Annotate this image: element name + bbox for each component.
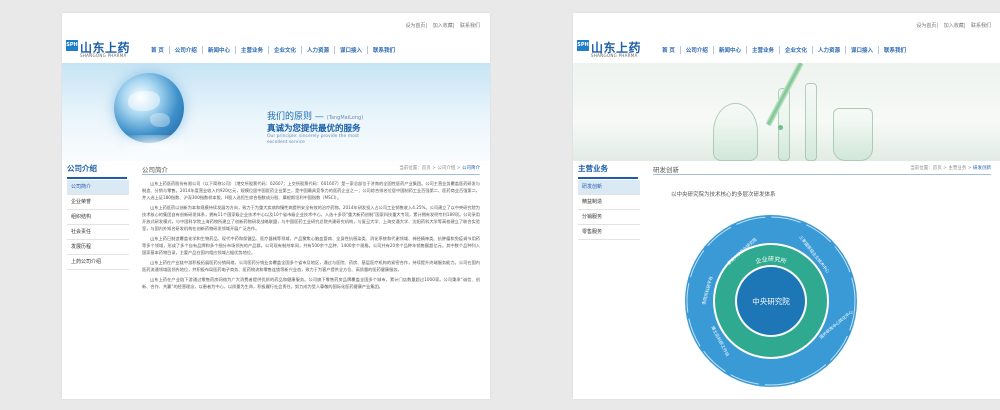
paragraph: 山东上药已制造覆盖化学和生物药品、现代中药和保健品、医疗器械等领域，产品聚焦心脑… bbox=[142, 236, 480, 255]
contact-link[interactable]: 联系我们 bbox=[460, 23, 480, 29]
page-title: 研发创新 bbox=[653, 166, 679, 174]
diagram-center-label: 中央研究院 bbox=[752, 296, 790, 306]
bottom-fade bbox=[573, 385, 1000, 399]
main-nav: 首 页公司介绍 新闻中心 主营业务 企业文化 人力资源 谋口接入 联系我们 bbox=[146, 46, 400, 54]
company-logo[interactable]: SPH 山东上药 SHANGONG PHARMA bbox=[66, 40, 136, 62]
sidebar-item-honors[interactable]: 企业荣誉 bbox=[67, 195, 129, 210]
nav-news[interactable]: 新闻中心 bbox=[201, 46, 235, 54]
nav-hr[interactable]: 人力资源 bbox=[811, 46, 845, 54]
banner-slogan-sub: 真诚为您提供最优的服务 bbox=[267, 124, 361, 134]
logo-mark: SPH bbox=[66, 40, 78, 51]
paragraph: 山东上药在产业链中游积极拓展医药分销网络，公司医药分销业务覆盖全国多个省市及地区… bbox=[142, 260, 480, 272]
breadcrumb: 当前位置：首页 > 公司介绍 > 公司简介 bbox=[399, 166, 480, 171]
sidebar-item-retail[interactable]: 零售服务 bbox=[578, 225, 640, 240]
sidebar-item-manufacturing[interactable]: 精益制造 bbox=[578, 195, 640, 210]
hand-graphic bbox=[124, 135, 184, 157]
rd-innovation-page: 设为首页| 加入收藏| 联系我们 SPH 山东上药 SHANGONG PHARM… bbox=[573, 13, 1000, 399]
sidebar-item-organization[interactable]: 组织结构 bbox=[67, 210, 129, 225]
banner-lab bbox=[573, 63, 1000, 161]
add-favorite-link[interactable]: 加入收藏 bbox=[433, 23, 453, 29]
globe-graphic bbox=[114, 73, 184, 143]
nav-culture[interactable]: 企业文化 bbox=[267, 46, 301, 54]
sidebar-item-rd[interactable]: 研发创新 bbox=[578, 180, 640, 195]
title-divider bbox=[653, 174, 991, 175]
page-title: 公司简介 bbox=[142, 166, 168, 174]
banner-slogan: 我们的原则 — (TangMaiLong) bbox=[267, 112, 364, 122]
logo-english: SHANGONG PHARMA bbox=[591, 53, 638, 58]
paragraph: 山东上药在产业链下游通过零售药房网络为广大消费者提供优质的药品和健康服务。公司旗… bbox=[142, 277, 480, 289]
company-intro-page: 设为首页| 加入收藏| 联系我们 SPH 山东上药 SHANGONG PHARM… bbox=[62, 13, 490, 399]
banner-slogan-en: Our principle: sincerely provide the mos… bbox=[267, 134, 359, 145]
nav-portal[interactable]: 谋口接入 bbox=[845, 46, 878, 54]
sidebar-title: 主营业务 bbox=[578, 163, 638, 179]
sidebar-item-social-responsibility[interactable]: 社会责任 bbox=[67, 225, 129, 240]
contact-link[interactable]: 联系我们 bbox=[971, 23, 991, 29]
rd-system-diagram: 中央研究院 企业研究所 复旦大学联合研究院 三家国家级企业技术中心 国外研发中心… bbox=[685, 215, 857, 387]
title-divider bbox=[142, 174, 480, 175]
nav-home[interactable]: 首 页 bbox=[146, 46, 169, 54]
sidebar-item-company-profile[interactable]: 公司简介 bbox=[67, 180, 129, 195]
nav-news[interactable]: 新闻中心 bbox=[712, 46, 746, 54]
add-favorite-link[interactable]: 加入收藏 bbox=[944, 23, 964, 29]
drop-graphic bbox=[778, 125, 783, 130]
sidebar-menu: 研发创新 精益制造 分销服务 零售服务 bbox=[578, 180, 640, 240]
sidebar-title: 公司介绍 bbox=[67, 163, 127, 179]
nav-about[interactable]: 公司介绍 bbox=[679, 46, 713, 54]
sidebar-item-distribution[interactable]: 分销服务 bbox=[578, 210, 640, 225]
company-intro-text: 山东上药医药股份有限公司（以下简称公司）（港交所股票代码：02607；上交所股票… bbox=[142, 180, 480, 293]
banner-globe: 我们的原则 — (TangMaiLong) 真诚为您提供最优的服务 Our pr… bbox=[62, 63, 490, 161]
nav-home[interactable]: 首 页 bbox=[657, 46, 680, 54]
paragraph: 山东上药医药股份有限公司（以下简称公司）（港交所股票代码：02607；上交所股票… bbox=[142, 181, 480, 200]
nav-culture[interactable]: 企业文化 bbox=[778, 46, 812, 54]
nav-contact[interactable]: 联系我们 bbox=[878, 46, 911, 54]
sidebar-item-sph-intro[interactable]: 上药公司介绍 bbox=[67, 255, 129, 270]
logo-mark: SPH bbox=[577, 40, 589, 51]
test-tube-graphic bbox=[805, 83, 817, 161]
nav-business[interactable]: 主营业务 bbox=[745, 46, 779, 54]
top-links: 设为首页| 加入收藏| 联系我们 bbox=[405, 23, 480, 29]
nav-portal[interactable]: 谋口接入 bbox=[334, 46, 367, 54]
bottom-fade bbox=[62, 385, 490, 399]
logo-english: SHANGONG PHARMA bbox=[80, 53, 127, 58]
main-nav: 首 页公司介绍 新闻中心 主营业务 企业文化 人力资源 谋口接入 联系我们 bbox=[657, 46, 911, 54]
rd-intro-text: 以中央研究院为技术核心的多层次研发体系 bbox=[671, 192, 776, 198]
breadcrumb-current: 公司简介 bbox=[462, 166, 480, 171]
breadcrumb: 当前位置：首页 > 主营业务 > 研发创新 bbox=[910, 166, 991, 171]
nav-about[interactable]: 公司介绍 bbox=[168, 46, 202, 54]
nav-contact[interactable]: 联系我们 bbox=[367, 46, 400, 54]
set-homepage-link[interactable]: 设为首页 bbox=[916, 23, 936, 29]
top-links: 设为首页| 加入收藏| 联系我们 bbox=[916, 23, 991, 29]
company-logo[interactable]: SPH 山东上药 SHANGONG PHARMA bbox=[577, 40, 647, 62]
beaker-graphic bbox=[833, 108, 873, 161]
sidebar-item-history[interactable]: 发展历程 bbox=[67, 240, 129, 255]
breadcrumb-current: 研发创新 bbox=[973, 166, 991, 171]
paragraph: 山东上药医药以创新为本和规模持续发展为方向，致力于为重大疾病和慢性病提供安全有效… bbox=[142, 205, 480, 231]
sidebar-menu: 公司简介 企业荣誉 组织结构 社会责任 发展历程 上药公司介绍 bbox=[67, 180, 129, 270]
set-homepage-link[interactable]: 设为首页 bbox=[405, 23, 425, 29]
nav-business[interactable]: 主营业务 bbox=[234, 46, 268, 54]
nav-hr[interactable]: 人力资源 bbox=[300, 46, 334, 54]
flask-graphic bbox=[713, 103, 758, 161]
